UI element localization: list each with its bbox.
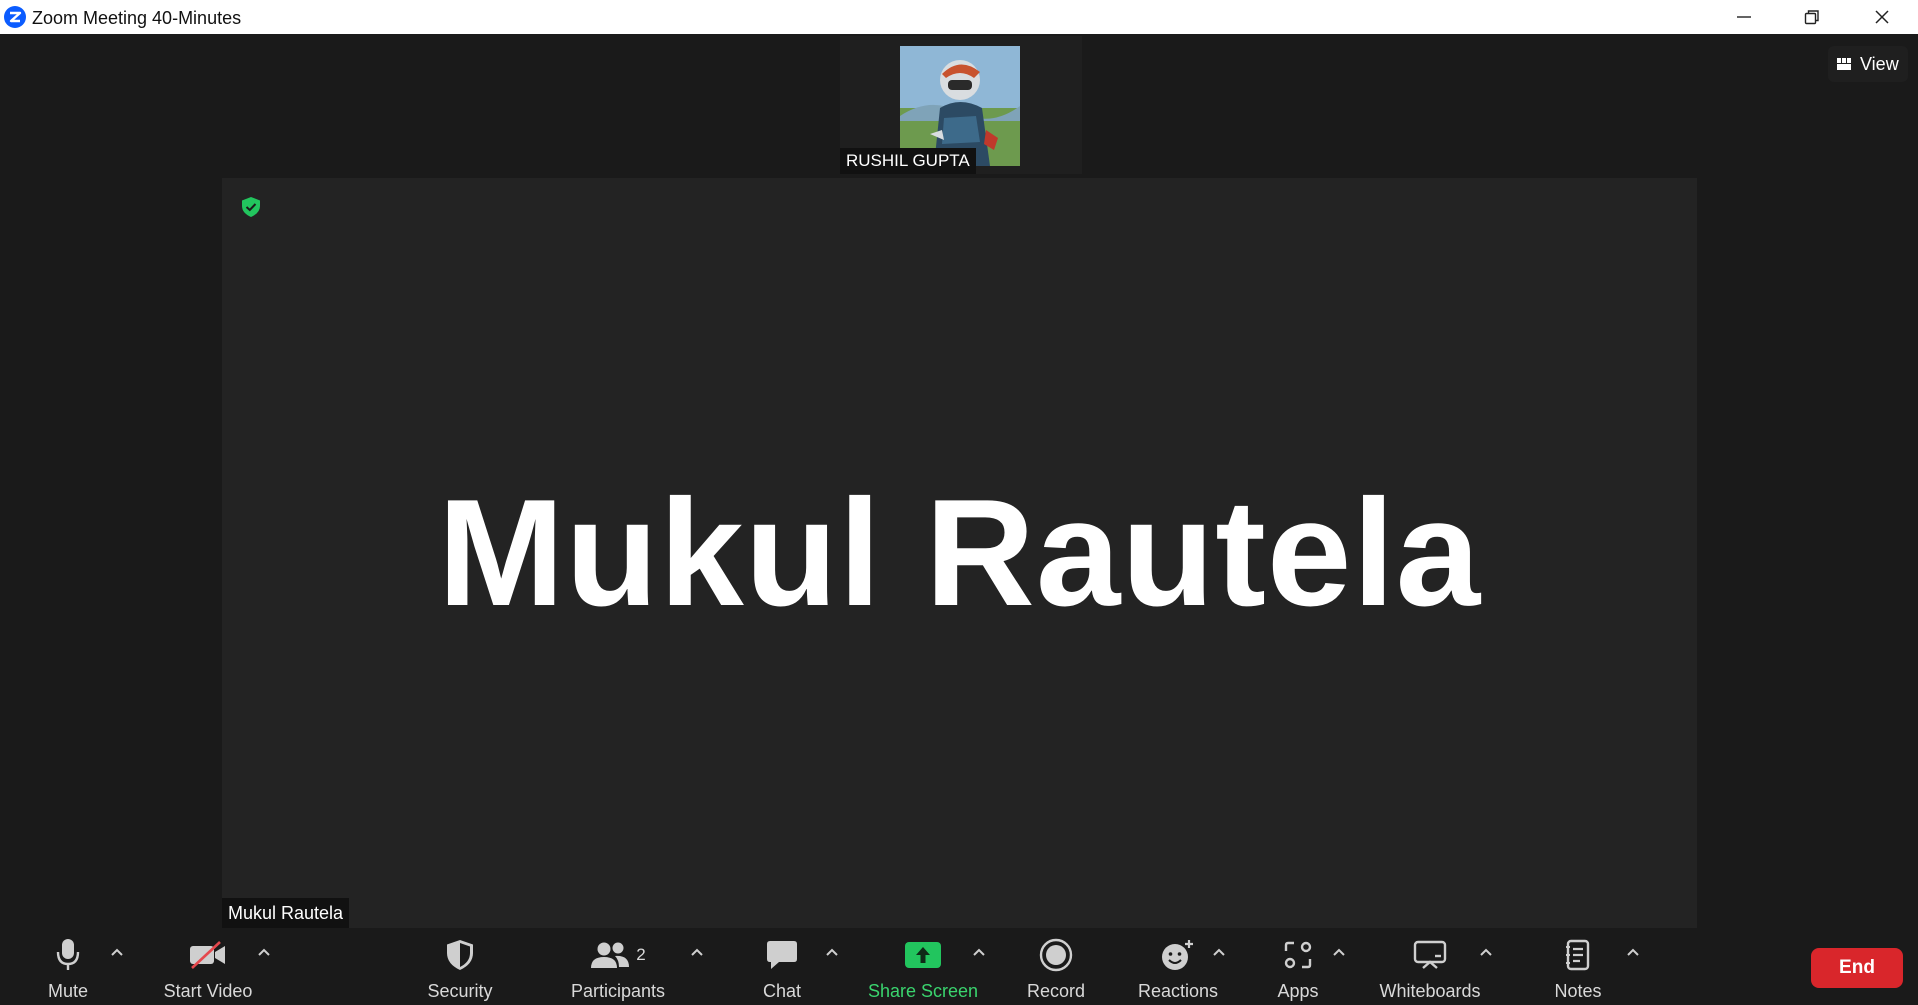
title-bar: Zoom Meeting 40-Minutes [0, 0, 1918, 34]
end-meeting-button[interactable]: End [1811, 948, 1903, 988]
notes-options-caret[interactable] [1624, 942, 1642, 962]
chevron-up-icon [1213, 948, 1225, 956]
notes-icon [1564, 937, 1592, 973]
share-screen-button[interactable]: Share Screen [866, 930, 980, 1005]
chevron-up-icon [1480, 948, 1492, 956]
speaker-name-display: Mukul Rautela [437, 467, 1482, 638]
reactions-label: Reactions [1137, 981, 1219, 1001]
video-off-icon [188, 937, 228, 973]
close-button[interactable] [1852, 0, 1912, 34]
restore-icon [1804, 10, 1819, 25]
restore-button[interactable] [1782, 0, 1842, 34]
security-shield-icon [445, 937, 475, 973]
mute-label: Mute [47, 981, 89, 1001]
notes-label: Notes [1554, 981, 1602, 1001]
chevron-up-icon [973, 948, 985, 956]
apps-options-caret[interactable] [1330, 942, 1348, 962]
whiteboard-icon [1413, 937, 1447, 973]
microphone-icon [56, 937, 80, 973]
whiteboards-options-caret[interactable] [1477, 942, 1495, 962]
participants-options-caret[interactable] [688, 942, 706, 962]
chevron-up-icon [691, 948, 703, 956]
mute-button[interactable]: Mute [38, 930, 98, 1005]
participants-count: 2 [636, 945, 646, 964]
whiteboards-button[interactable]: Whiteboards [1374, 930, 1486, 1005]
participants-button[interactable]: 2 Participants [565, 930, 671, 1005]
grid-view-icon [1837, 58, 1851, 70]
reactions-smiley-icon [1160, 937, 1196, 973]
share-options-caret[interactable] [970, 942, 988, 962]
apps-icon [1282, 937, 1314, 973]
chevron-up-icon [111, 948, 123, 956]
video-options-caret[interactable] [255, 942, 273, 962]
close-icon [1875, 10, 1889, 24]
view-button[interactable]: View [1828, 46, 1908, 82]
participants-icon [591, 942, 630, 968]
reactions-options-caret[interactable] [1210, 942, 1228, 962]
apps-button[interactable]: Apps [1266, 930, 1330, 1005]
chat-bubble-icon [765, 937, 799, 973]
participant-name-label: RUSHIL GUPTA [840, 148, 976, 174]
view-label: View [1860, 53, 1899, 74]
window-title: Zoom Meeting 40-Minutes [32, 8, 242, 28]
chat-button[interactable]: Chat [752, 930, 812, 1005]
security-label: Security [427, 981, 493, 1001]
record-icon [1039, 937, 1073, 973]
start-video-button[interactable]: Start Video [155, 930, 261, 1005]
participant-thumbnail[interactable]: RUSHIL GUPTA [840, 36, 1082, 174]
whiteboards-label: Whiteboards [1379, 981, 1481, 1001]
record-button[interactable]: Record [1018, 930, 1094, 1005]
apps-label: Apps [1277, 981, 1319, 1001]
minimize-button[interactable] [1714, 0, 1774, 34]
chevron-up-icon [1627, 948, 1639, 956]
chevron-up-icon [1333, 948, 1345, 956]
active-speaker-tile[interactable]: Mukul Rautela Mukul Rautela [222, 178, 1697, 928]
participants-icon-group: 2 [590, 937, 646, 973]
speaker-name-label: Mukul Rautela [222, 898, 350, 928]
start-video-label: Start Video [163, 981, 253, 1001]
meeting-toolbar: Mute Start Video Security 2 Participants… [0, 930, 1918, 1005]
chat-label: Chat [762, 981, 802, 1001]
audio-options-caret[interactable] [108, 942, 126, 962]
record-label: Record [1026, 981, 1086, 1001]
zoom-logo-icon [4, 6, 26, 28]
share-screen-label: Share Screen [867, 981, 979, 1001]
share-screen-icon [904, 937, 942, 973]
chevron-up-icon [826, 948, 838, 956]
security-button[interactable]: Security [418, 930, 502, 1005]
chevron-up-icon [258, 948, 270, 956]
participants-label: Participants [570, 981, 666, 1001]
minimize-icon [1737, 16, 1751, 18]
notes-button[interactable]: Notes [1548, 930, 1608, 1005]
chat-options-caret[interactable] [823, 942, 841, 962]
